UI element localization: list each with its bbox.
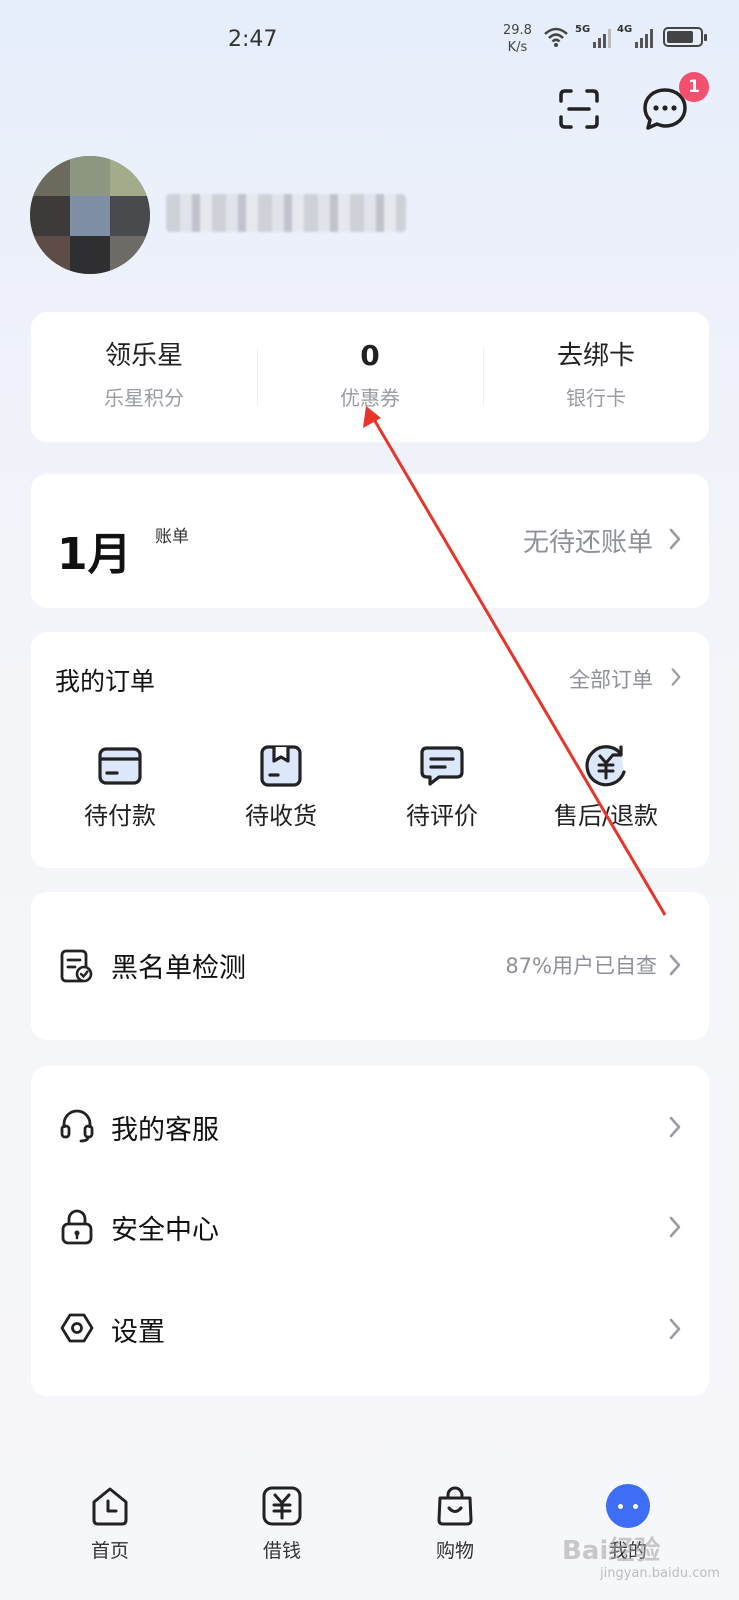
headset-icon — [60, 1109, 94, 1143]
order-pending-review-label: 待评价 — [406, 802, 478, 830]
stat-points-label: 乐星积分 — [104, 386, 184, 410]
signal-5g-label: 5G — [575, 24, 591, 35]
card-icon — [98, 747, 142, 785]
message-badge: 1 — [679, 72, 709, 102]
refund-icon — [585, 745, 626, 787]
tab-home[interactable]: 首页 — [60, 1484, 160, 1563]
comment-icon — [420, 746, 464, 786]
status-time: 2:47 — [228, 27, 278, 52]
stat-bank-card[interactable]: 去绑卡 银行卡 — [483, 312, 709, 442]
order-pending-payment[interactable]: 待付款 — [45, 744, 195, 831]
avatar[interactable] — [30, 156, 150, 274]
stat-coupons-label: 优惠券 — [340, 386, 400, 410]
watermark: Bai经验 — [562, 1536, 661, 1566]
network-speed-value: 29.8 — [503, 23, 532, 38]
order-after-sales-label: 售后/退款 — [553, 802, 659, 830]
bill-month: 1月 — [57, 529, 132, 580]
signal-5g-icon: 5G — [575, 24, 611, 48]
document-check-icon — [60, 949, 93, 983]
chevron-right-icon — [669, 954, 681, 976]
signal-4g-icon: 4G — [617, 24, 653, 48]
chevron-right-icon — [669, 1318, 681, 1340]
lock-icon — [61, 1209, 93, 1245]
tab-home-label: 首页 — [90, 1540, 129, 1562]
network-speed: 29.8 K/s — [503, 22, 532, 56]
blacklist-hint: 87%用户已自查 — [505, 954, 657, 978]
stat-points[interactable]: 领乐星 乐星积分 — [31, 312, 257, 442]
stat-points-value: 领乐星 — [104, 341, 183, 371]
orders-card: 我的订单 全部订单 待付款 待收货 待评价 售后/退款 — [31, 632, 709, 868]
chevron-right-icon — [669, 1116, 681, 1138]
order-pending-review[interactable]: 待评价 — [367, 744, 517, 831]
yuan-icon — [262, 1486, 302, 1526]
wifi-icon — [544, 27, 568, 47]
order-after-sales[interactable]: 售后/退款 — [526, 744, 686, 831]
bill-status: 无待还账单 — [522, 528, 653, 558]
signal-4g-label: 4G — [617, 24, 633, 35]
order-pending-receipt[interactable]: 待收货 — [206, 744, 356, 831]
menu-card: 我的客服 安全中心 设置 — [31, 1066, 709, 1396]
stat-coupons-value: 0 — [360, 339, 380, 372]
tab-borrow[interactable]: 借钱 — [232, 1484, 332, 1563]
battery-icon — [663, 27, 707, 47]
home-icon — [92, 1487, 128, 1526]
tab-shopping[interactable]: 购物 — [405, 1484, 505, 1563]
bill-card[interactable]: 1月 账单 无待还账单 — [31, 474, 709, 608]
menu-item-customer-service[interactable]: 我的客服 — [31, 1066, 709, 1176]
stat-bank-card-value: 去绑卡 — [556, 341, 635, 371]
menu-item-settings[interactable]: 设置 — [31, 1276, 709, 1386]
orders-title: 我的订单 — [55, 667, 156, 696]
all-orders-link[interactable]: 全部订单 — [569, 664, 653, 694]
stat-coupons[interactable]: 0 优惠券 — [257, 312, 483, 442]
blacklist-check-card[interactable]: 黑名单检测 87%用户已自查 — [31, 892, 709, 1040]
stats-card: 领乐星 乐星积分 0 优惠券 去绑卡 银行卡 — [31, 312, 709, 442]
tab-borrow-label: 借钱 — [262, 1540, 301, 1562]
menu-item-security-center[interactable]: 安全中心 — [31, 1176, 709, 1276]
blacklist-title: 黑名单检测 — [111, 953, 246, 984]
chevron-right-icon — [669, 528, 681, 550]
chevron-right-icon — [671, 668, 681, 686]
order-pending-payment-label: 待付款 — [84, 802, 156, 830]
menu-item-customer-service-label: 我的客服 — [111, 1115, 219, 1146]
tab-shopping-label: 购物 — [435, 1540, 474, 1562]
username-blurred — [166, 194, 406, 232]
menu-item-security-center-label: 安全中心 — [111, 1215, 219, 1246]
status-bar: 2:47 29.8 K/s 5G 4G — [0, 0, 739, 80]
stat-bank-card-label: 银行卡 — [566, 386, 626, 410]
scan-icon[interactable] — [555, 85, 603, 133]
shopping-bag-icon — [437, 1486, 473, 1526]
bill-label: 账单 — [155, 527, 189, 547]
box-icon — [260, 745, 302, 787]
settings-icon — [60, 1313, 94, 1343]
status-icons: 5G 4G — [543, 24, 707, 48]
menu-item-settings-label: 设置 — [111, 1317, 165, 1348]
profile-dots-icon — [606, 1484, 650, 1528]
order-pending-receipt-label: 待收货 — [245, 802, 317, 830]
watermark-url: jingyan.baidu.com — [600, 1566, 720, 1581]
network-speed-unit: K/s — [507, 40, 528, 55]
chevron-right-icon — [669, 1216, 681, 1238]
